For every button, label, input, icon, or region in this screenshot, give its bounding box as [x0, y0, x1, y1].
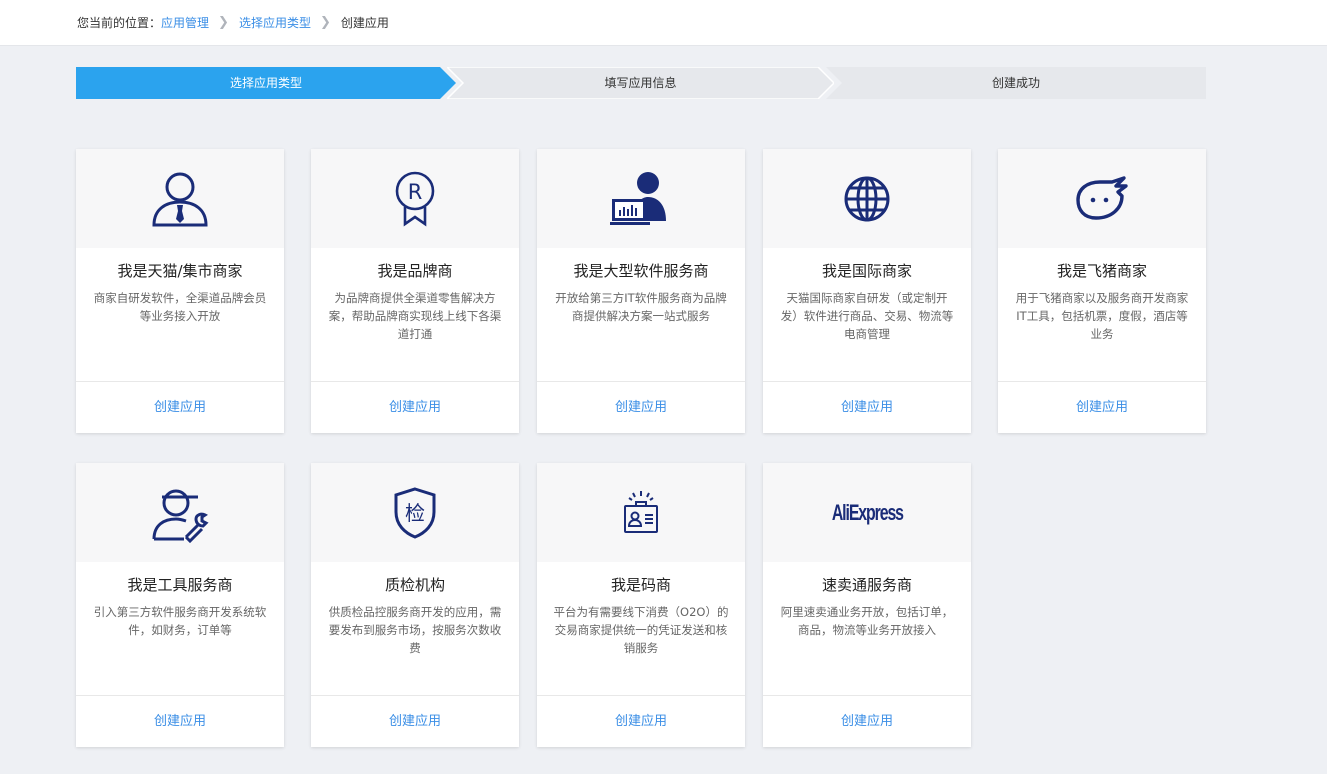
fliggy-icon — [1076, 175, 1128, 220]
card-title: 我是国际商家 — [821, 262, 912, 280]
card-description: 引入第三方软件服务商开发系统软件，如财务，订单等 — [93, 605, 267, 637]
card-title: 我是品牌商 — [377, 262, 453, 280]
card-brand-owner: R 我是品牌商 为品牌商提供全渠道零售解决方案，帮助品牌商实现线上线下各渠道打通… — [311, 149, 519, 433]
card-title: 速卖通服务商 — [821, 576, 912, 594]
breadcrumb-item-app-management[interactable]: 应用管理 — [161, 15, 209, 31]
svg-text:R: R — [408, 180, 423, 204]
card-fliggy-merchant: 我是飞猪商家 用于飞猪商家以及服务商开发商家IT工具，包括机票，度假，酒店等业务… — [998, 149, 1206, 433]
card-tool-provider: 我是工具服务商 引入第三方软件服务商开发系统软件，如财务，订单等 创建应用 — [76, 463, 284, 747]
card-aliexpress-provider: AliExpress 速卖通服务商 阿里速卖通业务开放，包括订单，商品，物流等业… — [763, 463, 971, 747]
card-title: 质检机构 — [384, 576, 445, 594]
user-computer-icon — [610, 171, 666, 225]
create-app-button[interactable]: 创建应用 — [537, 381, 745, 433]
card-description: 天猫国际商家自研发（或定制开发）软件进行商品、交易、物流等电商管理 — [780, 291, 954, 341]
id-badge-icon — [624, 490, 658, 533]
card-international-merchant: 我是国际商家 天猫国际商家自研发（或定制开发）软件进行商品、交易、物流等电商管理… — [763, 149, 971, 433]
step-fill-info: 填写应用信息 — [447, 67, 834, 99]
svg-text:检: 检 — [405, 501, 425, 525]
card-description: 为品牌商提供全渠道零售解决方案，帮助品牌商实现线上线下各渠道打通 — [328, 291, 502, 341]
card-title: 我是天猫/集市商家 — [117, 262, 243, 280]
card-large-software-provider: 我是大型软件服务商 开放给第三方IT软件服务商为品牌商提供解决方案一站式服务 创… — [537, 149, 745, 433]
create-app-button[interactable]: 创建应用 — [763, 695, 971, 747]
breadcrumb-prefix: 您当前的位置： — [77, 16, 162, 30]
chevron-right-icon: ❯ — [218, 15, 229, 30]
create-app-button[interactable]: 创建应用 — [311, 381, 519, 433]
chevron-right-icon: ❯ — [319, 15, 331, 30]
card-description: 供质检品控服务商开发的应用，需要发布到服务市场，按服务次数收费 — [328, 605, 502, 655]
breadcrumb-bar: 您当前的位置： 应用管理 ❯ 选择应用类型 ❯ 创建应用 — [0, 0, 1327, 46]
user-tie-icon — [152, 172, 208, 226]
step-progress: 创建成功 填写应用信息 选择应用类型 — [76, 67, 1206, 99]
create-app-button[interactable]: 创建应用 — [76, 381, 284, 433]
card-code-merchant: 我是码商 平台为有需要线下消费（O2O）的交易商家提供统一的凭证发送和核销服务 … — [537, 463, 745, 747]
card-title: 我是码商 — [610, 576, 671, 594]
breadcrumb-item-select-type[interactable]: 选择应用类型 — [239, 15, 311, 31]
card-title: 我是飞猪商家 — [1056, 262, 1147, 280]
card-title: 我是工具服务商 — [127, 576, 233, 594]
breadcrumb-item-current: 创建应用 — [340, 16, 389, 30]
step-label: 填写应用信息 — [604, 76, 677, 90]
step-create-success: 创建成功 — [826, 67, 1206, 99]
globe-icon — [844, 176, 890, 221]
card-description: 平台为有需要线下消费（O2O）的交易商家提供统一的凭证发送和核销服务 — [553, 605, 729, 655]
card-description: 开放给第三方IT软件服务商为品牌商提供解决方案一站式服务 — [555, 291, 727, 323]
create-app-button[interactable]: 创建应用 — [998, 381, 1206, 433]
aliexpress-logo: AliExpress — [831, 499, 903, 525]
card-tmall-merchant: 我是天猫/集市商家 商家自研发软件，全渠道品牌会员等业务接入开放 创建应用 — [76, 149, 284, 433]
inspection-shield-icon: 检 — [394, 486, 436, 539]
card-title: 我是大型软件服务商 — [573, 262, 709, 280]
create-app-button[interactable]: 创建应用 — [763, 381, 971, 433]
step-label: 创建成功 — [991, 76, 1040, 90]
card-description: 商家自研发软件，全渠道品牌会员等业务接入开放 — [93, 291, 267, 323]
user-wrench-icon — [152, 489, 209, 543]
step-label: 选择应用类型 — [229, 76, 302, 90]
create-app-button[interactable]: 创建应用 — [537, 695, 745, 747]
card-description: 用于飞猪商家以及服务商开发商家IT工具，包括机票，度假，酒店等业务 — [1015, 291, 1189, 341]
card-description: 阿里速卖通业务开放，包括订单，商品，物流等业务开放接入 — [780, 605, 954, 637]
create-app-button[interactable]: 创建应用 — [76, 695, 284, 747]
breadcrumb: 您当前的位置： 应用管理 ❯ 选择应用类型 ❯ 创建应用 — [77, 15, 389, 31]
registered-badge-icon: R — [395, 171, 435, 226]
create-app-button[interactable]: 创建应用 — [311, 695, 519, 747]
card-inspection-agency: 检 质检机构 供质检品控服务商开发的应用，需要发布到服务市场，按服务次数收费 创… — [311, 463, 519, 747]
step-select-type: 选择应用类型 — [76, 67, 456, 99]
